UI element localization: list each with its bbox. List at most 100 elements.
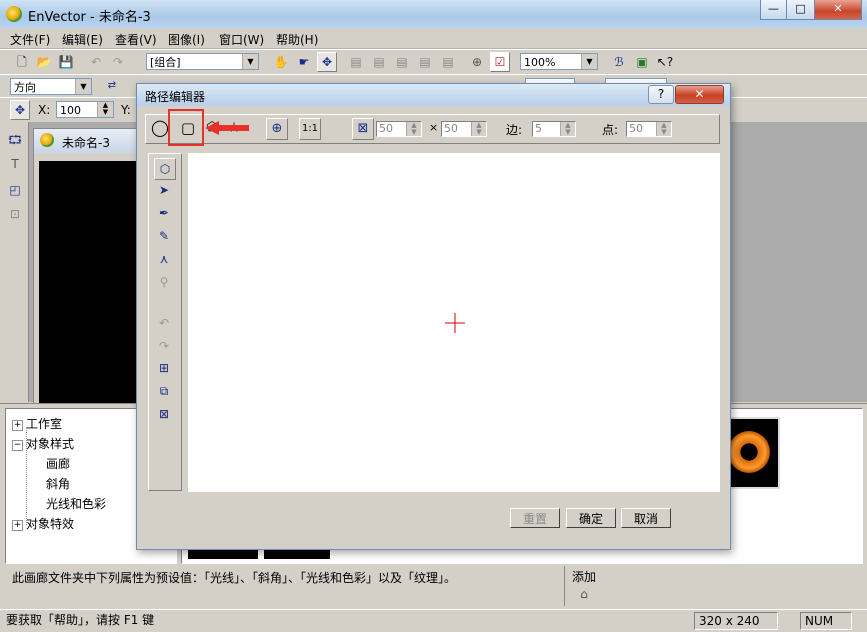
- height-spin[interactable]: 50 ▲ ▼: [441, 121, 487, 137]
- text-frame-icon[interactable]: T: [5, 154, 25, 174]
- palette-icon[interactable]: ▣: [632, 52, 652, 72]
- spin-arrows-icon[interactable]: ▲ ▼: [471, 122, 486, 136]
- flip-path-icon[interactable]: ⊠: [154, 404, 174, 424]
- direction-select[interactable]: 方向 ▼: [10, 78, 92, 95]
- path-canvas[interactable]: [188, 153, 720, 492]
- new-file-icon[interactable]: 🗋: [12, 52, 32, 72]
- spin-arrows-icon[interactable]: ▲ ▼: [97, 102, 113, 117]
- menu-image[interactable]: 图像(I): [168, 31, 205, 48]
- menu-edit[interactable]: 编辑(E): [62, 31, 103, 48]
- save-icon[interactable]: 💾: [56, 52, 76, 72]
- tree-item-bevel-label: 斜角: [46, 477, 71, 491]
- zoom-select-value: 100%: [524, 56, 556, 69]
- zoom-icon[interactable]: ⚲: [154, 272, 174, 292]
- actual-size-button[interactable]: 1:1: [299, 118, 321, 140]
- x-input[interactable]: 100 ▲ ▼: [56, 101, 114, 118]
- points-label: 点:: [602, 123, 619, 137]
- size-lock-icon[interactable]: ⊠: [352, 118, 374, 140]
- title-bar: EnVector - 未命名-3 — □ ✕: [0, 0, 867, 29]
- tree-guide: [26, 427, 27, 525]
- rotate-hand-icon[interactable]: ☛: [294, 52, 314, 72]
- tree-item-light-color[interactable]: 光线和色彩: [46, 495, 106, 512]
- dialog-title: 路径编辑器: [145, 90, 206, 104]
- redo-icon[interactable]: ↷: [154, 336, 174, 356]
- tree-item-studio[interactable]: + 工作室: [12, 415, 62, 432]
- status-size: 320 x 240: [694, 612, 778, 630]
- layer-5-icon[interactable]: ▤: [438, 52, 458, 72]
- dialog-close-button[interactable]: ✕: [675, 85, 724, 104]
- menu-file[interactable]: 文件(F): [10, 31, 50, 48]
- expand-icon[interactable]: +: [12, 420, 23, 431]
- menu-window[interactable]: 窗口(W): [219, 31, 264, 48]
- x-input-value: 100: [60, 104, 81, 117]
- select-object-icon[interactable]: ✥: [317, 52, 337, 72]
- spin-arrows-icon[interactable]: ▲ ▼: [406, 122, 421, 136]
- fit-frame-icon[interactable]: ⊕: [266, 118, 288, 140]
- redo-icon[interactable]: ↷: [108, 52, 128, 72]
- tree-item-object-effects[interactable]: + 对象特效: [12, 515, 74, 532]
- status-help-text: 要获取「帮助」，请按 F1 键: [6, 613, 155, 627]
- layer-3-icon[interactable]: ▤: [392, 52, 412, 72]
- pen-remove-icon[interactable]: ✎: [154, 226, 174, 246]
- spin-arrows-icon[interactable]: ▲ ▼: [656, 122, 671, 136]
- chevron-down-icon: ▼: [581, 54, 597, 69]
- collapse-icon[interactable]: −: [12, 440, 23, 451]
- open-folder-icon[interactable]: 📂: [34, 52, 54, 72]
- layer-4-icon[interactable]: ▤: [415, 52, 435, 72]
- cancel-button[interactable]: 取消: [621, 508, 671, 528]
- minimize-button[interactable]: —: [760, 0, 787, 20]
- shape-tool-icon[interactable]: ◰: [5, 180, 25, 200]
- path-editor-dialog: 路径编辑器 ? ✕ ◯ ▢ ⬠ ☆ ⊕ 1:1 ⊠ 50 ▲▼ × 50 ▲▼ …: [136, 83, 731, 550]
- transform-tool-icon[interactable]: ⮔: [5, 130, 25, 150]
- zoom-select[interactable]: 100% ▼: [520, 53, 598, 70]
- import-path-icon[interactable]: ⊞: [154, 358, 174, 378]
- group-select[interactable]: [组合] ▼: [146, 53, 259, 70]
- menu-view[interactable]: 查看(V): [115, 31, 157, 48]
- ok-button[interactable]: 确定: [566, 508, 616, 528]
- undo-icon[interactable]: ↶: [154, 313, 174, 333]
- chevron-down-icon: ▼: [75, 79, 91, 94]
- sides-spin[interactable]: 5 ▲ ▼: [532, 121, 576, 137]
- align-icon[interactable]: ⇄: [102, 76, 122, 96]
- document-canvas[interactable]: [39, 161, 139, 403]
- text-tool-icon[interactable]: ℬ: [609, 52, 629, 72]
- tree-item-light-color-label: 光线和色彩: [46, 497, 107, 511]
- divider: [564, 566, 565, 606]
- tree-item-object-style[interactable]: − 对象样式: [12, 435, 74, 452]
- chevron-down-icon: ▼: [242, 54, 258, 69]
- tree-item-studio-label: 工作室: [26, 417, 63, 431]
- context-help-icon[interactable]: ↖?: [655, 52, 675, 72]
- width-spin[interactable]: 50 ▲ ▼: [376, 121, 422, 137]
- height-value: 50: [444, 122, 458, 135]
- layer-1-icon[interactable]: ▤: [346, 52, 366, 72]
- zoom-tool-icon[interactable]: ⊡: [5, 204, 25, 224]
- close-button[interactable]: ✕: [814, 0, 862, 20]
- pen-add-icon[interactable]: ✒: [154, 203, 174, 223]
- pointer-tool-icon[interactable]: ➤: [154, 180, 174, 200]
- path-tools: ⬡ ➤ ✒ ✎ ⋏ ⚲ ↶ ↷ ⊞ ⧉ ⊠: [148, 153, 182, 491]
- undo-icon[interactable]: ↶: [86, 52, 106, 72]
- check-icon[interactable]: ☑: [490, 52, 510, 72]
- layer-2-icon[interactable]: ▤: [369, 52, 389, 72]
- dialog-titlebar: 路径编辑器 ? ✕: [137, 84, 730, 106]
- crosshair-icon: [445, 313, 465, 333]
- tree-item-bevel[interactable]: 斜角: [46, 475, 70, 492]
- menu-help[interactable]: 帮助(H): [276, 31, 318, 48]
- ellipse-shape-icon[interactable]: ◯: [150, 118, 170, 138]
- tree-item-gallery[interactable]: 画廊: [46, 455, 70, 472]
- add-icon[interactable]: ⌂: [574, 584, 594, 604]
- dialog-help-button[interactable]: ?: [648, 85, 674, 104]
- points-spin[interactable]: 50 ▲ ▼: [626, 121, 672, 137]
- node-tool-icon[interactable]: ⬡: [154, 158, 176, 180]
- hand-icon[interactable]: ✋: [271, 52, 291, 72]
- app-icon: [6, 6, 22, 22]
- reset-button[interactable]: 重置: [510, 508, 560, 528]
- direction-select-value: 方向: [14, 81, 36, 94]
- convert-node-icon[interactable]: ⋏: [154, 249, 174, 269]
- expand-icon[interactable]: +: [12, 520, 23, 531]
- copy-path-icon[interactable]: ⧉: [154, 381, 174, 401]
- y-label: Y:: [121, 103, 131, 117]
- spin-arrows-icon[interactable]: ▲ ▼: [560, 122, 575, 136]
- globe-icon[interactable]: ⊕: [467, 52, 487, 72]
- maximize-button[interactable]: □: [786, 0, 815, 20]
